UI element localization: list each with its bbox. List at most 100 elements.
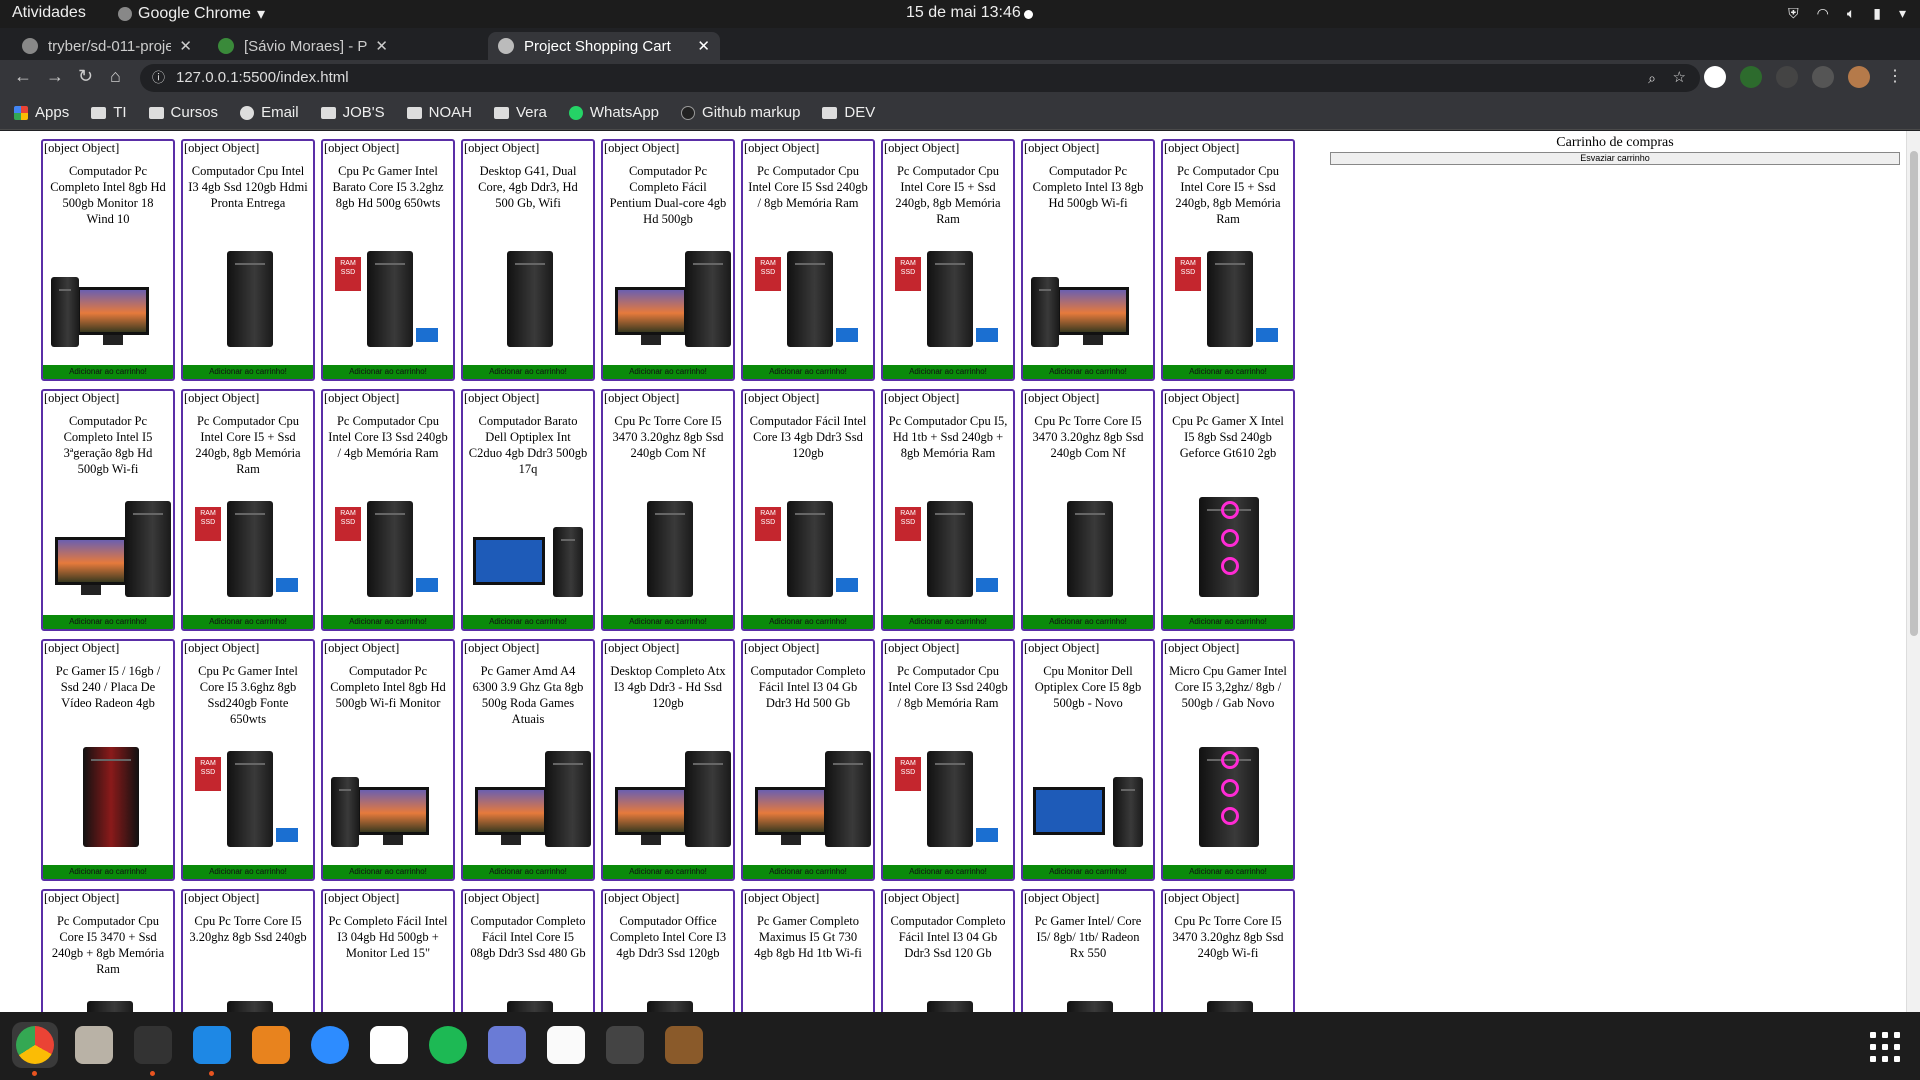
info-icon[interactable]: ⓘ — [152, 64, 165, 92]
apps-grid-icon — [14, 105, 28, 120]
item-image — [189, 237, 307, 355]
tab-github[interactable]: tryber/sd-011-project-sho ✕ — [12, 32, 202, 60]
extension-icon[interactable] — [1704, 66, 1726, 88]
bookmark-apps[interactable]: Apps — [14, 104, 69, 121]
add-to-cart-button[interactable]: Adicionar ao carrinho! — [183, 615, 313, 629]
avatar[interactable] — [1848, 66, 1870, 88]
show-applications-icon[interactable] — [1870, 1032, 1900, 1062]
bookmark-dev[interactable]: DEV — [822, 104, 875, 121]
add-to-cart-button[interactable]: Adicionar ao carrinho! — [463, 615, 593, 629]
pen-icon[interactable] — [1776, 66, 1798, 88]
add-to-cart-button[interactable]: Adicionar ao carrinho! — [43, 865, 173, 879]
bookmark-ti[interactable]: TI — [91, 104, 127, 121]
slack-icon[interactable] — [366, 1022, 412, 1068]
add-to-cart-button[interactable]: Adicionar ao carrinho! — [743, 615, 873, 629]
back-arrow-icon[interactable]: ← — [14, 66, 32, 87]
item-sku: [object Object] — [324, 391, 400, 405]
bookmark-github-markup[interactable]: Github markup — [681, 104, 800, 121]
text-editor-icon[interactable] — [543, 1022, 589, 1068]
item-title: Micro Cpu Gamer Intel Core I5 3,2ghz/ 8g… — [1169, 664, 1287, 710]
item-image — [609, 987, 727, 1012]
item-sku: [object Object] — [884, 641, 960, 655]
add-to-cart-button[interactable]: Adicionar ao carrinho! — [1023, 865, 1153, 879]
add-to-cart-button[interactable]: Adicionar ao carrinho! — [183, 365, 313, 379]
terminal-icon[interactable] — [130, 1022, 176, 1076]
home-icon[interactable]: ⌂ — [110, 66, 121, 87]
item-image — [49, 737, 167, 855]
spotify-icon[interactable] — [425, 1022, 471, 1068]
bookmark-star-icon[interactable]: ☆ — [1673, 64, 1686, 92]
reload-icon[interactable]: ↻ — [78, 66, 93, 87]
puzzle-icon[interactable] — [1812, 66, 1834, 88]
item-title: Cpu Pc Torre Core I5 3470 3.20ghz 8gb Ss… — [612, 414, 724, 460]
bookmark-vera[interactable]: Vera — [493, 104, 547, 121]
add-to-cart-button[interactable]: Adicionar ao carrinho! — [603, 865, 733, 879]
screen-capture-icon[interactable] — [1740, 66, 1762, 88]
close-icon[interactable]: ✕ — [697, 37, 710, 55]
add-to-cart-button[interactable]: Adicionar ao carrinho! — [43, 615, 173, 629]
add-to-cart-button[interactable]: Adicionar ao carrinho! — [1023, 615, 1153, 629]
add-to-cart-button[interactable]: Adicionar ao carrinho! — [323, 365, 453, 379]
add-to-cart-button[interactable]: Adicionar ao carrinho! — [1023, 365, 1153, 379]
add-to-cart-button[interactable]: Adicionar ao carrinho! — [323, 615, 453, 629]
tab-pull-request[interactable]: [Sávio Moraes] - Project S ✕ — [208, 32, 398, 60]
chevron-down-icon: ▾ — [256, 6, 265, 23]
address-bar[interactable]: ⓘ 127.0.0.1:5500/index.html ⌕ ☆ — [140, 64, 1700, 92]
files-icon[interactable] — [71, 1022, 117, 1068]
calculator-icon[interactable] — [602, 1022, 648, 1068]
add-to-cart-button[interactable]: Adicionar ao carrinho! — [463, 365, 593, 379]
kebab-menu-icon[interactable]: ⋮ — [1884, 66, 1906, 88]
close-icon[interactable]: ✕ — [375, 37, 388, 55]
tab-project-shopping-cart[interactable]: Project Shopping Cart ✕ — [488, 32, 720, 60]
bookmark-noah[interactable]: NOAH — [406, 104, 472, 121]
bookmark-cursos[interactable]: Cursos — [148, 104, 218, 121]
item-sku: [object Object] — [464, 891, 540, 905]
add-to-cart-button[interactable]: Adicionar ao carrinho! — [463, 865, 593, 879]
close-icon[interactable]: ✕ — [179, 37, 192, 55]
item-image — [1029, 487, 1147, 605]
add-to-cart-button[interactable]: Adicionar ao carrinho! — [883, 865, 1013, 879]
screenshot-icon[interactable] — [484, 1022, 530, 1068]
vscode-icon[interactable] — [189, 1022, 235, 1076]
add-to-cart-button[interactable]: Adicionar ao carrinho! — [883, 365, 1013, 379]
tab-title: tryber/sd-011-project-sho — [48, 37, 172, 55]
item-image: RAM SSD — [749, 237, 867, 355]
item-sku: [object Object] — [44, 391, 120, 405]
add-to-cart-button[interactable]: Adicionar ao carrinho! — [323, 865, 453, 879]
add-to-cart-button[interactable]: Adicionar ao carrinho! — [1163, 365, 1293, 379]
zoom-icon[interactable]: ⌕ — [1648, 64, 1656, 92]
add-to-cart-button[interactable]: Adicionar ao carrinho! — [743, 365, 873, 379]
scrollbar-thumb[interactable] — [1910, 151, 1918, 636]
bookmark-email[interactable]: Email — [240, 104, 299, 121]
chrome-icon — [118, 7, 132, 21]
item-sku: [object Object] — [744, 391, 820, 405]
bookmark-whatsapp[interactable]: WhatsApp — [568, 104, 659, 121]
forward-arrow-icon[interactable]: → — [46, 66, 64, 87]
add-to-cart-button[interactable]: Adicionar ao carrinho! — [183, 865, 313, 879]
paint-icon[interactable] — [661, 1022, 707, 1068]
clock[interactable]: 15 de mai 13:46 — [906, 4, 1021, 22]
empty-cart-button[interactable]: Esvaziar carrinho — [1330, 152, 1900, 165]
item-sku: [object Object] — [184, 391, 260, 405]
item-sku: [object Object] — [44, 891, 120, 905]
add-to-cart-button[interactable]: Adicionar ao carrinho! — [603, 365, 733, 379]
item-title: Pc Computador Cpu Core I5 3470 + Ssd 240… — [51, 914, 165, 976]
item-sku: [object Object] — [324, 641, 400, 655]
system-tray[interactable]: ⛨ ◠ 🔈︎ ▮ ▾ — [1788, 5, 1906, 22]
sublime-icon[interactable] — [248, 1022, 294, 1068]
chrome-icon[interactable] — [12, 1022, 58, 1076]
add-to-cart-button[interactable]: Adicionar ao carrinho! — [1163, 615, 1293, 629]
dock — [0, 1012, 1920, 1080]
bookmark-jobs[interactable]: JOB'S — [320, 104, 385, 121]
page-scrollbar[interactable] — [1906, 131, 1920, 1012]
app-menu[interactable]: Google Chrome ▾ — [118, 4, 265, 24]
item-card: [object Object] Cpu Pc Gamer Intel Barato… — [321, 139, 455, 381]
add-to-cart-button[interactable]: Adicionar ao carrinho! — [43, 365, 173, 379]
add-to-cart-button[interactable]: Adicionar ao carrinho! — [1163, 865, 1293, 879]
activities-button[interactable]: Atividades — [12, 4, 86, 22]
item-title: Pc Gamer Intel/ Core I5/ 8gb/ 1tb/ Radeo… — [1034, 914, 1142, 960]
add-to-cart-button[interactable]: Adicionar ao carrinho! — [883, 615, 1013, 629]
add-to-cart-button[interactable]: Adicionar ao carrinho! — [603, 615, 733, 629]
zoom-icon[interactable] — [307, 1022, 353, 1068]
add-to-cart-button[interactable]: Adicionar ao carrinho! — [743, 865, 873, 879]
